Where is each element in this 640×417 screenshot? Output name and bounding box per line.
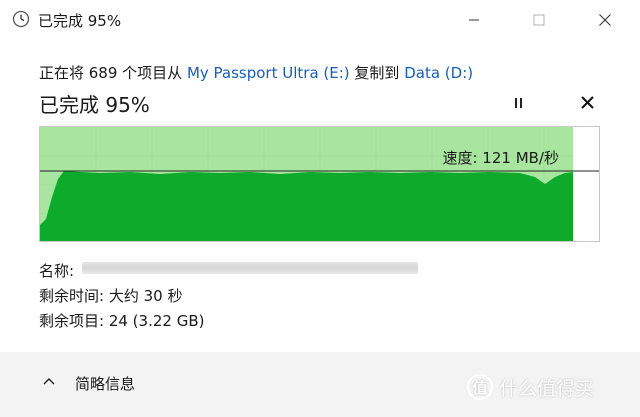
source-link[interactable]: My Passport Ultra (E:) xyxy=(187,64,350,82)
cancel-button[interactable] xyxy=(576,92,600,114)
description-prefix: 正在将 689 个项目从 xyxy=(39,64,183,82)
watermark: 值 什么值得买 xyxy=(467,369,629,405)
pause-button[interactable] xyxy=(506,92,532,114)
transfer-description: 正在将 689 个项目从 My Passport Ultra (E:) 复制到 … xyxy=(39,62,473,83)
close-button[interactable] xyxy=(582,0,628,40)
blurred-file-name xyxy=(82,262,418,274)
time-remaining: 剩余时间: 大约 30 秒 xyxy=(39,287,183,305)
less-details-button[interactable]: 简略信息 xyxy=(75,373,135,394)
window-title: 已完成 95% xyxy=(38,12,122,30)
speed-area xyxy=(40,171,573,241)
close-icon xyxy=(599,14,611,26)
speed-graph: 速度: 121 MB/秒 xyxy=(39,126,600,242)
close-icon xyxy=(581,96,594,109)
description-middle: 复制到 xyxy=(354,64,400,82)
progress-status: 已完成 95% xyxy=(39,93,150,117)
maximize-button[interactable] xyxy=(516,0,562,40)
footer-bar: 简略信息 值 什么值得买 xyxy=(0,352,640,417)
pause-icon xyxy=(515,98,522,108)
speed-label: 速度: 121 MB/秒 xyxy=(442,149,559,167)
minimize-button[interactable] xyxy=(451,0,497,40)
clock-icon xyxy=(12,10,30,28)
watermark-text: 什么值得买 xyxy=(499,377,595,400)
title-bar: 已完成 95% xyxy=(0,0,640,40)
items-remaining: 剩余项目: 24 (3.22 GB) xyxy=(39,312,205,330)
chevron-up-icon[interactable] xyxy=(42,375,56,387)
destination-link[interactable]: Data (D:) xyxy=(404,64,473,82)
minimize-icon xyxy=(469,19,479,21)
file-name-label: 名称: xyxy=(39,262,75,280)
watermark-logo-icon: 值 xyxy=(467,374,493,400)
speed-graph-canvas xyxy=(40,127,599,241)
maximize-icon xyxy=(533,14,545,26)
